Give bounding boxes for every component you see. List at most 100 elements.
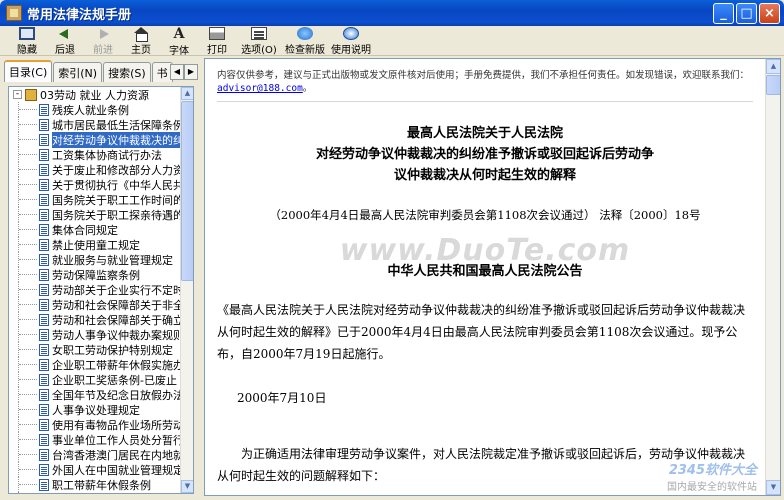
print-button[interactable]: 打印: [198, 26, 236, 56]
font-button[interactable]: A 字体: [160, 26, 198, 57]
document-icon: [39, 358, 49, 371]
tree-item[interactable]: 劳动和社会保障部关于非全日: [9, 297, 181, 312]
tree-item[interactable]: 城市居民最低生活保障条例: [9, 117, 181, 132]
forward-arrow-icon: [95, 27, 111, 40]
tree-item[interactable]: 外国人在中国就业管理规定: [9, 462, 181, 477]
document-view: 内容仅供参考，建议与正式出版物或发文原件核对后使用；手册免费提供，我们不承担任何…: [204, 58, 781, 496]
tree-item[interactable]: 全国年节及纪念日放假办法: [9, 387, 181, 402]
tree-item[interactable]: 国务院关于职工工作时间的规: [9, 192, 181, 207]
watermark-corner-line-2: 国内最安全的软件站: [667, 482, 757, 493]
print-label: 打印: [207, 45, 227, 56]
printer-icon: [209, 27, 225, 40]
hide-button[interactable]: 隐藏: [8, 26, 46, 56]
doc-scroll-down-icon[interactable]: ▼: [766, 480, 780, 495]
doc-paragraph-1: 《最高人民法院关于人民法院对经劳动争议仲裁裁决的纠纷准予撤诉或驳回起诉后劳动争议…: [217, 303, 746, 361]
collapse-icon[interactable]: -: [13, 90, 22, 99]
back-label: 后退: [55, 45, 75, 56]
tree-item[interactable]: 人事争议处理规定: [9, 402, 181, 417]
tree-item[interactable]: 事业单位工作人员处分暂行规: [9, 432, 181, 447]
back-button[interactable]: 后退: [46, 26, 84, 56]
document-icon: [39, 283, 49, 296]
tab-index[interactable]: 索引(N): [53, 62, 103, 82]
tree-item[interactable]: 对经劳动争议仲裁裁决的纠纷: [9, 131, 181, 148]
document-icon: [39, 193, 49, 206]
document-icon: [39, 103, 49, 116]
window-title: 常用法律法规手册: [27, 7, 132, 23]
document-icon: [39, 328, 49, 341]
tab-scroll-left-icon[interactable]: ◀: [170, 64, 184, 80]
tab-contents[interactable]: 目录(C): [4, 60, 53, 82]
tree-item-label: 国务院关于职工探亲待遇的规: [52, 208, 181, 222]
tree-item-label: 事业单位工作人员处分暂行规: [52, 433, 181, 447]
tree-item[interactable]: 就业服务与就业管理规定: [9, 252, 181, 267]
tree-item[interactable]: 禁止使用童工规定: [9, 237, 181, 252]
tree-item-label: 劳动和社会保障部关于确立劳: [52, 313, 181, 327]
close-button[interactable]: ×: [759, 3, 780, 24]
tree-item[interactable]: 劳动部关于企业实行不定时工: [9, 282, 181, 297]
tab-scroll-right-icon[interactable]: ▶: [184, 64, 198, 80]
hide-label: 隐藏: [17, 45, 37, 56]
tree-item[interactable]: 国务院关于职工探亲待遇的规: [9, 207, 181, 222]
navigation-pane: 目录(C) 索引(N) 搜索(S) 书 ◀ ▶ - 03劳动 就业 人力资源 残…: [4, 58, 198, 496]
scroll-down-icon[interactable]: ▼: [181, 480, 193, 493]
document-icon: [39, 433, 49, 446]
doc-scroll-up-icon[interactable]: ▲: [766, 59, 780, 74]
document-icon: [39, 133, 49, 146]
tree-scroll-thumb[interactable]: [181, 101, 193, 281]
contact-email-link[interactable]: advisor@188.com: [217, 83, 303, 94]
nav-tabs: 目录(C) 索引(N) 搜索(S) 书 ◀ ▶: [4, 60, 198, 84]
tree-item-label: 企业职工奖惩条例-已废止: [52, 373, 177, 387]
home-button[interactable]: 主页: [122, 26, 160, 56]
document-icon: [39, 208, 49, 221]
tree-item[interactable]: 中华人民共和国工会法: [9, 492, 181, 493]
tree-item[interactable]: 关于废止和修改部分人力资源: [9, 162, 181, 177]
tree-item[interactable]: 企业职工带薪年休假实施办法: [9, 357, 181, 372]
tree-item[interactable]: 女职工劳动保护特别规定: [9, 342, 181, 357]
document-body: 内容仅供参考，建议与正式出版物或发文原件核对后使用；手册免费提供，我们不承担任何…: [205, 59, 765, 495]
minimize-button[interactable]: _: [713, 3, 734, 24]
help-button[interactable]: 使用说明: [328, 26, 374, 56]
tree-item[interactable]: 集体合同规定: [9, 222, 181, 237]
tree-item-label: 工资集体协商试行办法: [52, 148, 162, 162]
forward-button[interactable]: 前进: [84, 26, 122, 56]
notice-tail: 。: [302, 83, 313, 94]
tree-item-label: 集体合同规定: [52, 223, 118, 237]
document-icon: [39, 223, 49, 236]
tree-item-label: 使用有毒物品作业场所劳动保: [52, 418, 181, 432]
tree-item-label: 就业服务与就业管理规定: [52, 253, 173, 267]
tree-item[interactable]: 劳动和社会保障部关于确立劳: [9, 312, 181, 327]
options-button[interactable]: 选项(O): [236, 26, 282, 56]
tree-item-label: 残疾人就业条例: [52, 103, 129, 117]
check-update-button[interactable]: 检查新版: [282, 26, 328, 56]
tree-item[interactable]: 工资集体协商试行办法: [9, 147, 181, 162]
tree-item-label: 劳动部关于企业实行不定时工: [52, 283, 181, 297]
options-label: 选项(O): [241, 45, 277, 56]
tree-item-label: 中华人民共和国工会法: [52, 492, 162, 494]
tree-item[interactable]: 残疾人就业条例: [9, 102, 181, 117]
document-icon: [39, 418, 49, 431]
tree-item[interactable]: 企业职工奖惩条例-已废止: [9, 372, 181, 387]
tree-item[interactable]: 使用有毒物品作业场所劳动保: [9, 417, 181, 432]
tab-search[interactable]: 搜索(S): [103, 62, 151, 82]
tree-item[interactable]: 关于贯彻执行《中华人民共和: [9, 177, 181, 192]
document-icon: [39, 148, 49, 161]
doc-subtitle: （2000年4月4日最高人民法院审判委员会第1108次会议通过） 法释〔2000…: [269, 208, 701, 222]
maximize-button[interactable]: □: [736, 3, 757, 24]
scroll-up-icon[interactable]: ▲: [181, 87, 193, 100]
hide-icon: [19, 27, 35, 40]
font-icon: A: [173, 26, 185, 42]
tree-item[interactable]: 劳动人事争议仲裁办案规则: [9, 327, 181, 342]
document-scrollbar[interactable]: ▲ ▼: [765, 59, 780, 495]
tree-item-label: 劳动人事争议仲裁办案规则: [52, 328, 181, 342]
tree-item[interactable]: 台湾香港澳门居民在内地就业: [9, 447, 181, 462]
contents-tree[interactable]: - 03劳动 就业 人力资源 残疾人就业条例 城市居民最低生活保障条例 对经劳动争议…: [8, 86, 194, 494]
tree-item-label: 对经劳动争议仲裁裁决的纠纷: [52, 131, 181, 148]
tree-scrollbar[interactable]: ▲ ▼: [180, 87, 193, 493]
font-label: 字体: [169, 46, 189, 57]
tree-item[interactable]: 劳动保障监察条例: [9, 267, 181, 282]
tree-item[interactable]: 职工带薪年休假条例: [9, 477, 181, 492]
tree-root[interactable]: - 03劳动 就业 人力资源: [9, 87, 181, 102]
tab-scroll-buttons: ◀ ▶: [170, 64, 198, 80]
back-arrow-icon: [57, 27, 73, 40]
doc-scroll-thumb[interactable]: [766, 75, 780, 95]
